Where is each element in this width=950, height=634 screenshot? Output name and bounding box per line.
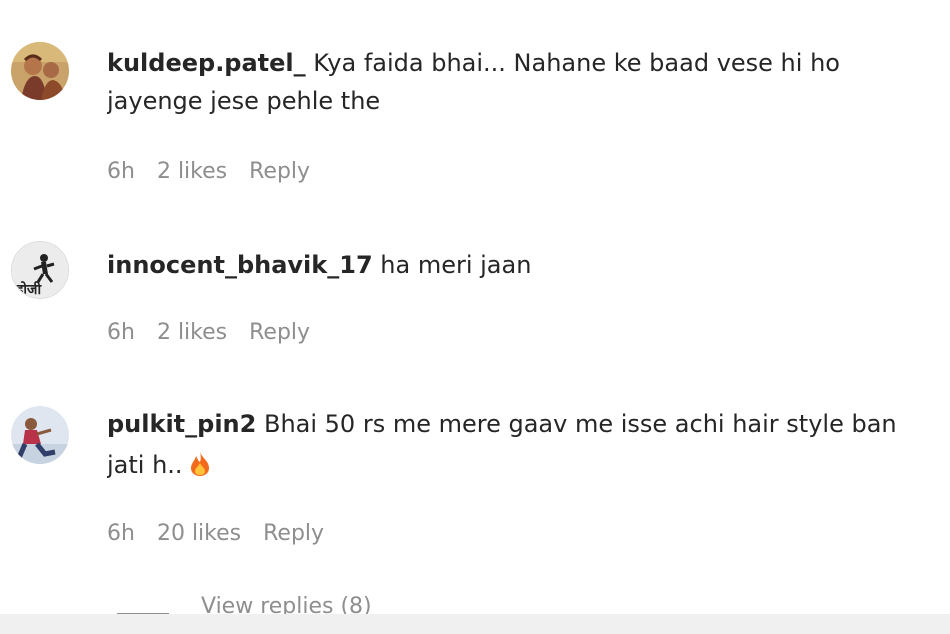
reply-button[interactable]: Reply (263, 521, 324, 546)
avatar-text: होजी (15, 281, 42, 298)
comment-time: 6h (107, 320, 135, 345)
comment-body-continued: jati h.. (107, 451, 183, 479)
avatar-photo-icon: होजी (12, 242, 68, 298)
comment-likes[interactable]: 2 likes (157, 320, 227, 345)
comment-body: Kya faida bhai... Nahane ke baad vese hi… (313, 49, 840, 77)
reply-button[interactable]: Reply (249, 320, 310, 345)
comment-text: kuldeep.patel_ Kya faida bhai... Nahane … (107, 44, 950, 82)
avatar-kuldeep[interactable] (11, 42, 69, 100)
avatar-photo-icon (11, 406, 69, 464)
comment-text-continued: jayenge jese pehle the (107, 82, 950, 120)
comment-text: innocent_bhavik_17 ha meri jaan (107, 246, 950, 284)
bottom-bar (0, 614, 950, 634)
comment-likes[interactable]: 20 likes (157, 521, 241, 546)
comment-body: ha meri jaan (380, 251, 532, 279)
comment-meta: 6h 20 likes Reply (107, 519, 346, 549)
comment-time: 6h (107, 159, 135, 184)
comment-body-continued: jayenge jese pehle the (107, 87, 381, 115)
reply-button[interactable]: Reply (249, 159, 310, 184)
comment-username[interactable]: kuldeep.patel_ (107, 49, 306, 77)
comment-username[interactable]: pulkit_pin2 (107, 410, 256, 438)
comment-text-continued: jati h.. (107, 446, 950, 488)
comments-panel: kuldeep.patel_ Kya faida bhai... Nahane … (0, 0, 950, 634)
comment-body: Bhai 50 rs me mere gaav me isse achi hai… (263, 410, 897, 438)
avatar-photo-icon (11, 42, 69, 100)
comment-meta: 6h 2 likes Reply (107, 318, 332, 348)
comment-username[interactable]: innocent_bhavik_17 (107, 251, 373, 279)
comment-likes[interactable]: 2 likes (157, 159, 227, 184)
comment-time: 6h (107, 521, 135, 546)
comment-meta: 6h 2 likes Reply (107, 157, 332, 187)
comment-text: pulkit_pin2 Bhai 50 rs me mere gaav me i… (107, 405, 950, 443)
avatar-innocent-bhavik[interactable]: होजी (11, 241, 69, 299)
fire-emoji-icon (189, 450, 211, 488)
avatar-pulkit[interactable] (11, 406, 69, 464)
